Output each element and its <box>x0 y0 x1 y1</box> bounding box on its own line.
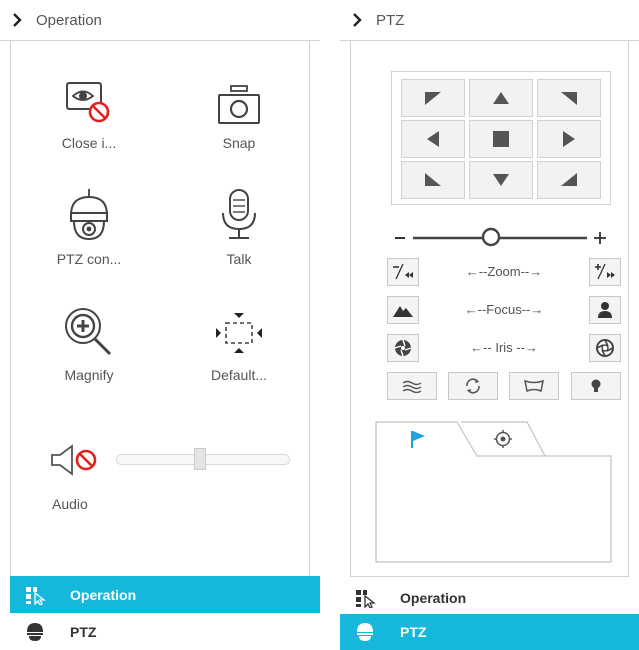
up-left-button[interactable] <box>401 79 465 117</box>
nav-ptz-label: PTZ <box>70 623 97 640</box>
ptz-header[interactable]: PTZ <box>340 0 639 41</box>
nav-ptz[interactable]: PTZ <box>340 614 639 650</box>
close-image-icon <box>29 75 149 127</box>
down-left-button[interactable] <box>401 161 465 199</box>
magnify-icon <box>29 307 149 359</box>
op-label: Magnify <box>64 367 114 383</box>
arrow-down-icon <box>493 174 509 186</box>
nav-operation-label: Operation <box>70 586 137 603</box>
frame-icon <box>524 379 544 393</box>
nav-ptz-label: PTZ <box>400 624 427 640</box>
down-button[interactable] <box>469 161 533 199</box>
ptz-body: ←--Zoom--→ ←--Focus--→ ←-- Iris --→ <box>350 40 629 577</box>
lightbulb-icon <box>591 379 601 392</box>
zoom-in-button[interactable] <box>589 258 621 286</box>
up-right-button[interactable] <box>537 79 601 117</box>
zoom-out-icon <box>393 263 413 280</box>
audio-control <box>50 440 300 480</box>
focus-label: ←--Focus--→ <box>464 301 544 317</box>
talk-button[interactable]: Talk <box>179 189 299 267</box>
person-icon <box>598 302 612 318</box>
default-view-button[interactable]: Default... <box>179 307 299 383</box>
operation-header[interactable]: Operation <box>0 0 320 41</box>
left-button[interactable] <box>401 120 465 158</box>
nav-operation[interactable]: Operation <box>340 579 639 616</box>
aperture-open-icon <box>596 339 614 357</box>
audio-slider-handle[interactable] <box>194 448 206 470</box>
ptz-title: PTZ <box>376 11 405 29</box>
preset-tabs <box>375 419 618 564</box>
nav-operation-label: Operation <box>400 589 467 606</box>
nav-operation[interactable]: Operation <box>10 576 320 613</box>
default-view-icon <box>179 307 299 359</box>
3d-position-button[interactable] <box>509 372 559 400</box>
ptz-panel: PTZ ←--Zoom--→ ←--Focus--→ ←-- Iris --→ … <box>340 0 639 650</box>
focus-near-button[interactable] <box>589 296 621 324</box>
refresh-icon <box>466 378 480 394</box>
light-button[interactable] <box>571 372 621 400</box>
operation-nav-icon <box>352 588 378 608</box>
stop-button[interactable] <box>469 120 533 158</box>
arrow-left-icon <box>427 131 439 147</box>
close-image-button[interactable]: Close i... <box>29 75 149 151</box>
nav-ptz[interactable]: PTZ <box>10 613 320 650</box>
op-label: Default... <box>210 367 268 383</box>
iris-label: ←-- Iris --→ <box>470 339 538 355</box>
ptz-control-button[interactable]: PTZ con... <box>29 189 149 267</box>
ptz-nav-icon <box>352 622 378 642</box>
focus-row: ←--Focus--→ <box>387 296 621 324</box>
wiper-icon <box>402 380 422 393</box>
ptz-camera-icon <box>29 189 149 243</box>
speed-slider[interactable] <box>391 227 609 247</box>
stop-icon <box>493 131 509 147</box>
operation-panel: Operation Close i... Snap PTZ con... Tal… <box>0 0 320 650</box>
speed-slider-handle <box>481 227 501 247</box>
mountain-icon <box>393 306 413 317</box>
wiper-button[interactable] <box>387 372 437 400</box>
up-button[interactable] <box>469 79 533 117</box>
zoom-row: ←--Zoom--→ <box>387 258 621 286</box>
right-button[interactable] <box>537 120 601 158</box>
speaker-muted-icon[interactable] <box>50 442 106 483</box>
arrow-up-icon <box>493 92 509 104</box>
aperture-closed-icon <box>394 339 412 357</box>
op-label: PTZ con... <box>56 251 122 267</box>
arrow-up-left-icon <box>425 92 441 105</box>
microphone-icon <box>179 189 299 243</box>
focus-far-button[interactable] <box>387 296 419 324</box>
zoom-out-button[interactable] <box>387 258 419 286</box>
ptz-nav-icon <box>22 622 48 642</box>
magnify-button[interactable]: Magnify <box>29 307 149 383</box>
zoom-label: ←--Zoom--→ <box>465 263 543 279</box>
utility-row <box>387 372 621 400</box>
direction-pad <box>391 71 611 205</box>
iris-row: ←-- Iris --→ <box>387 334 621 362</box>
op-label: Talk <box>226 251 252 267</box>
iris-close-button[interactable] <box>387 334 419 362</box>
chevron-right-icon[interactable] <box>12 13 24 27</box>
op-label: Close i... <box>61 135 117 151</box>
op-label: Snap <box>222 135 256 151</box>
auto-scan-button[interactable] <box>448 372 498 400</box>
audio-label: Audio <box>52 496 88 512</box>
arrow-down-left-icon <box>425 173 441 186</box>
down-right-button[interactable] <box>537 161 601 199</box>
cruise-icon[interactable] <box>493 429 513 454</box>
snap-button[interactable]: Snap <box>179 75 299 151</box>
camera-icon <box>179 75 299 127</box>
operation-title: Operation <box>36 11 102 29</box>
arrow-down-right-icon <box>561 173 577 186</box>
chevron-right-icon[interactable] <box>352 13 364 27</box>
arrow-right-icon <box>563 131 575 147</box>
arrow-up-right-icon <box>561 92 577 105</box>
iris-open-button[interactable] <box>589 334 621 362</box>
flag-icon[interactable] <box>409 429 427 454</box>
operation-nav-icon <box>22 585 48 605</box>
zoom-in-icon <box>595 263 615 280</box>
